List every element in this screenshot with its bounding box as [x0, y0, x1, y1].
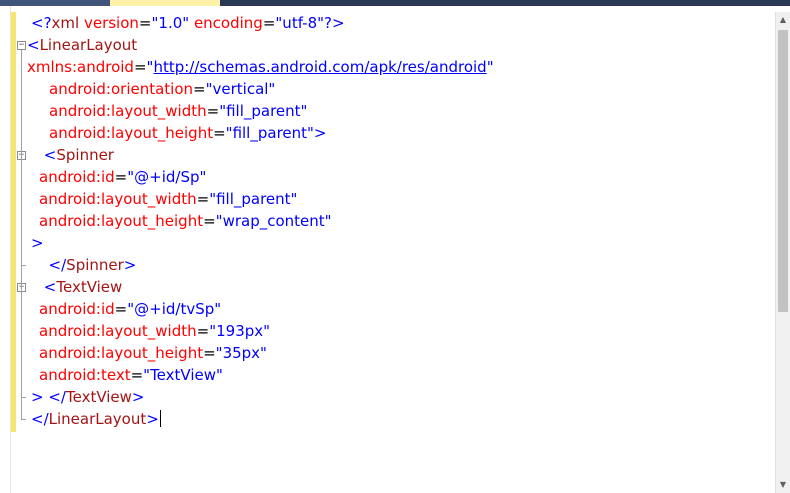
code-line[interactable]: android:text="TextView"	[39, 364, 223, 386]
code-token-br: <	[27, 36, 40, 54]
scroll-up-icon[interactable]: ▲	[776, 12, 790, 28]
code-token-attr: xmlns:android	[27, 58, 134, 76]
outline-guide	[21, 50, 22, 420]
text-caret	[159, 410, 161, 427]
code-token-attr: version	[83, 14, 139, 32]
code-token-val: "fill_parent"	[225, 124, 314, 142]
code-line[interactable]: android:layout_height="wrap_content"	[39, 210, 332, 232]
code-token-eq: =	[133, 58, 147, 76]
code-token-br: </	[31, 410, 49, 428]
code-token-val: "fill_parent"	[219, 102, 308, 120]
code-token-val: "	[486, 58, 494, 76]
code-token-tag: xml	[51, 14, 80, 32]
code-token-eq: =	[196, 190, 210, 208]
code-token-eq: =	[114, 168, 128, 186]
code-token-attr: android:layout_width	[39, 322, 197, 340]
code-token-eq: =	[138, 14, 152, 32]
code-line[interactable]: </LinearLayout>	[31, 408, 161, 430]
code-token-eq: =	[203, 344, 216, 362]
code-token-attr: android:layout_width	[49, 102, 207, 120]
code-token-eq: =	[130, 366, 144, 384]
code-line[interactable]: android:layout_width="193px"	[39, 320, 270, 342]
code-token-attr: android:id	[39, 300, 115, 318]
code-token-br: <?	[31, 14, 52, 32]
code-line[interactable]: android:orientation="vertical"	[49, 78, 275, 100]
code-token-br: <	[43, 146, 57, 164]
code-token-val: "fill_parent"	[209, 190, 298, 208]
code-token-eq: =	[262, 14, 276, 32]
code-token-val: "35px"	[215, 344, 267, 362]
code-token-tag: Spinner	[56, 146, 114, 164]
code-token-tag: TextView	[56, 278, 123, 296]
code-token-val: "utf-8"	[275, 14, 325, 32]
scroll-down-icon[interactable]: ▼	[776, 477, 790, 493]
code-token-attr: android:layout_height	[39, 344, 204, 362]
code-line[interactable]: <LinearLayout	[27, 34, 137, 56]
scrollbar-thumb[interactable]	[778, 30, 788, 312]
code-line[interactable]: android:id="@+id/tvSp"	[39, 298, 221, 320]
code-token-eq: =	[213, 124, 226, 142]
selection-margin[interactable]	[0, 6, 11, 493]
code-line[interactable]: android:id="@+id/Sp"	[39, 166, 206, 188]
change-tracking-bar	[11, 12, 16, 432]
code-token-br: >	[31, 234, 44, 252]
code-line[interactable]: </Spinner>	[39, 254, 137, 276]
code-token-eq: =	[203, 212, 216, 230]
code-token-tag: LinearLayout	[39, 36, 138, 54]
code-token-attr: android:id	[39, 168, 115, 186]
code-token-br: >	[131, 388, 145, 406]
code-token-br: >	[31, 388, 44, 406]
code-line[interactable]: android:layout_width="fill_parent"	[49, 100, 307, 122]
tab-inactive[interactable]	[0, 0, 110, 6]
code-token-br: >	[146, 410, 159, 428]
code-token-br: >	[313, 124, 327, 142]
code-token-eq: =	[114, 300, 128, 318]
code-token-br: </	[48, 388, 66, 406]
code-line[interactable]: > </TextView>	[31, 386, 145, 408]
code-token-val: "@+id/Sp"	[127, 168, 207, 186]
outline-end	[21, 419, 26, 420]
code-token-attr: android:layout_height	[49, 124, 214, 142]
code-token-val: "@+id/tvSp"	[127, 300, 222, 318]
code-line[interactable]: <TextView	[39, 276, 123, 298]
code-token-link[interactable]: http://schemas.android.com/apk/res/andro…	[153, 58, 486, 76]
code-line[interactable]: >	[31, 232, 44, 254]
code-token-attr: android:layout_height	[39, 212, 204, 230]
code-token-eq	[39, 256, 49, 274]
tab-active[interactable]	[110, 0, 220, 6]
code-token-tag: LinearLayout	[48, 410, 147, 428]
code-token-tag: Spinner	[66, 256, 124, 274]
outline-end	[21, 397, 26, 398]
code-token-attr: android:text	[39, 366, 131, 384]
code-token-val: "193px"	[209, 322, 271, 340]
code-token-br: </	[48, 256, 67, 274]
code-token-val: "wrap_content"	[215, 212, 332, 230]
code-token-val: "TextView"	[143, 366, 223, 384]
outline-end	[21, 265, 26, 266]
code-token-br: <	[43, 278, 57, 296]
code-line[interactable]: <Spinner	[39, 144, 114, 166]
code-token-eq: =	[196, 322, 210, 340]
code-token-br: ?>	[324, 14, 345, 32]
code-line[interactable]: xmlns:android= "http://schemas.android.co…	[27, 56, 494, 78]
code-token-attr: android:layout_width	[39, 190, 197, 208]
code-token-eq: =	[206, 102, 220, 120]
code-line[interactable]: android:layout_height="35px"	[39, 342, 267, 364]
code-token-tag: TextView	[65, 388, 132, 406]
code-editor[interactable]: <?xml version="1.0" encoding="utf-8"?> <L…	[27, 12, 775, 493]
code-token-br: >	[123, 256, 137, 274]
code-line[interactable]: android:layout_width="fill_parent"	[39, 188, 297, 210]
code-token-attr: encoding	[193, 14, 263, 32]
code-token-attr: android:orientation	[49, 80, 194, 98]
code-line[interactable]: <?xml version="1.0" encoding="utf-8"?>	[31, 12, 345, 34]
code-token-eq: =	[193, 80, 206, 98]
collapse-icon[interactable]: −	[17, 41, 26, 50]
code-token-val: "vertical"	[205, 80, 276, 98]
code-token-val: "1.0"	[151, 14, 190, 32]
vertical-scrollbar[interactable]: ▲ ▼	[775, 12, 790, 493]
code-line[interactable]: android:layout_height="fill_parent">	[49, 122, 327, 144]
